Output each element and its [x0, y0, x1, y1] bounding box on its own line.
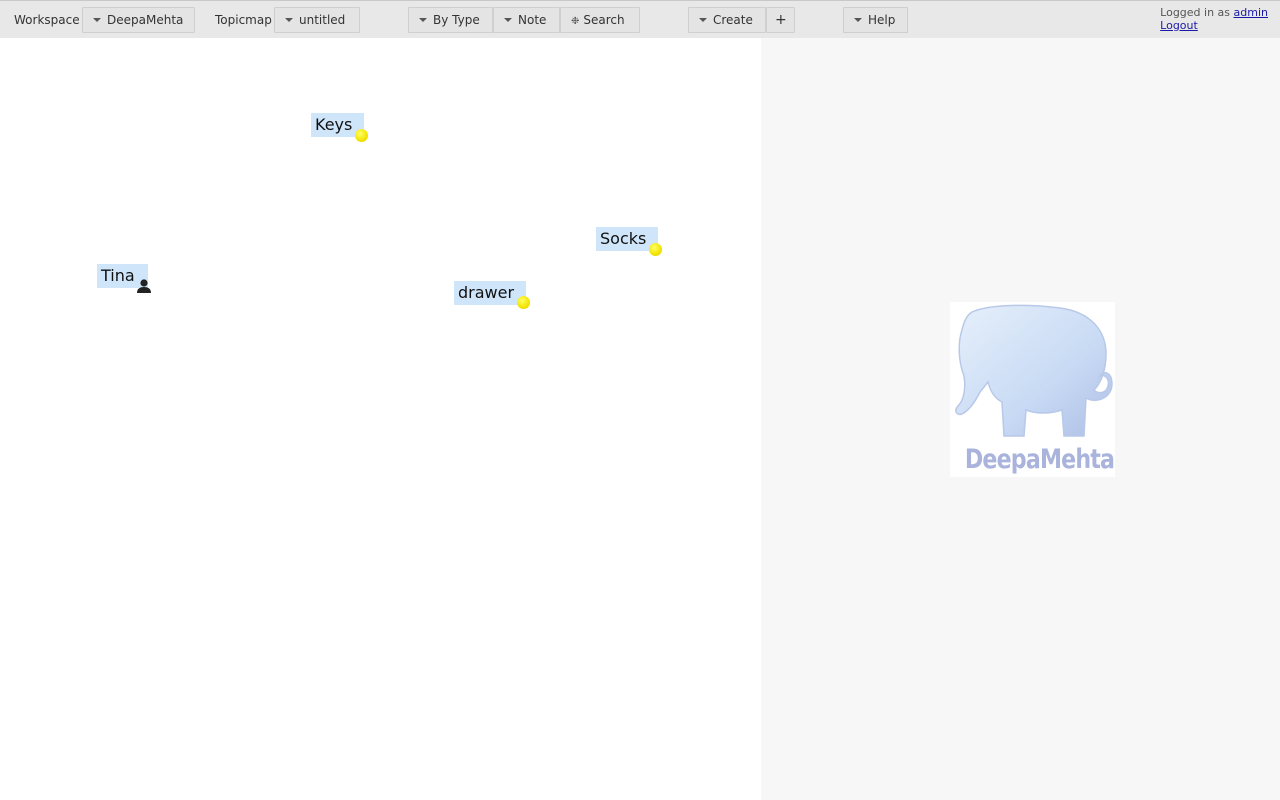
login-status: Logged in as admin Logout — [1160, 6, 1268, 32]
topic-label: drawer — [458, 283, 515, 302]
plus-icon: + — [775, 12, 787, 28]
detail-panel: DeepaMehta — [761, 38, 1280, 800]
workspace-menu-label: DeepaMehta — [107, 13, 184, 27]
yellow-dot-icon[interactable] — [517, 296, 530, 309]
workspace-label: Workspace — [14, 13, 80, 27]
note-label: Note — [518, 13, 547, 27]
yellow-dot-icon[interactable] — [649, 243, 662, 256]
topicmap-menu-label: untitled — [299, 13, 346, 27]
topic-label: Socks — [600, 229, 647, 248]
elephant-logo-icon — [955, 304, 1113, 437]
chevron-down-icon — [699, 17, 707, 22]
deepamehta-logo: DeepaMehta — [950, 302, 1115, 477]
chevron-down-icon — [504, 17, 512, 22]
add-button[interactable]: + — [766, 7, 795, 33]
toolbar: Workspace DeepaMehta Topicmap untitled B… — [0, 0, 1280, 38]
topic-drawer[interactable]: drawer — [454, 281, 527, 305]
person-icon[interactable] — [136, 278, 152, 294]
help-label: Help — [868, 13, 896, 27]
topic-label: Keys — [315, 115, 353, 134]
create-menu-button[interactable]: Create — [688, 7, 766, 33]
note-menu-button[interactable]: Note — [493, 7, 560, 33]
logo-text: DeepaMehta — [964, 444, 1115, 475]
login-prefix: Logged in as — [1160, 6, 1231, 19]
topicmap-menu-button[interactable]: untitled — [274, 7, 360, 33]
chevron-down-icon — [854, 17, 862, 22]
topic-label: Tina — [101, 266, 135, 285]
topicmap-label: Topicmap — [215, 13, 272, 27]
search-label: Search — [583, 13, 625, 27]
topicmap-canvas[interactable]: Keys Socks Tina drawer — [0, 38, 761, 800]
create-label: Create — [713, 13, 753, 27]
username-link[interactable]: admin — [1234, 6, 1268, 19]
help-menu-button[interactable]: Help — [843, 7, 908, 33]
gear-icon: ❉ — [571, 16, 580, 27]
workspace-menu-button[interactable]: DeepaMehta — [82, 7, 195, 33]
by-type-menu-button[interactable]: By Type — [408, 7, 493, 33]
chevron-down-icon — [419, 17, 427, 22]
chevron-down-icon — [93, 17, 101, 22]
search-button[interactable]: ❉ Search — [560, 7, 640, 33]
yellow-dot-icon[interactable] — [355, 129, 368, 142]
by-type-label: By Type — [433, 13, 480, 27]
chevron-down-icon — [285, 17, 293, 22]
logout-link[interactable]: Logout — [1160, 19, 1198, 32]
